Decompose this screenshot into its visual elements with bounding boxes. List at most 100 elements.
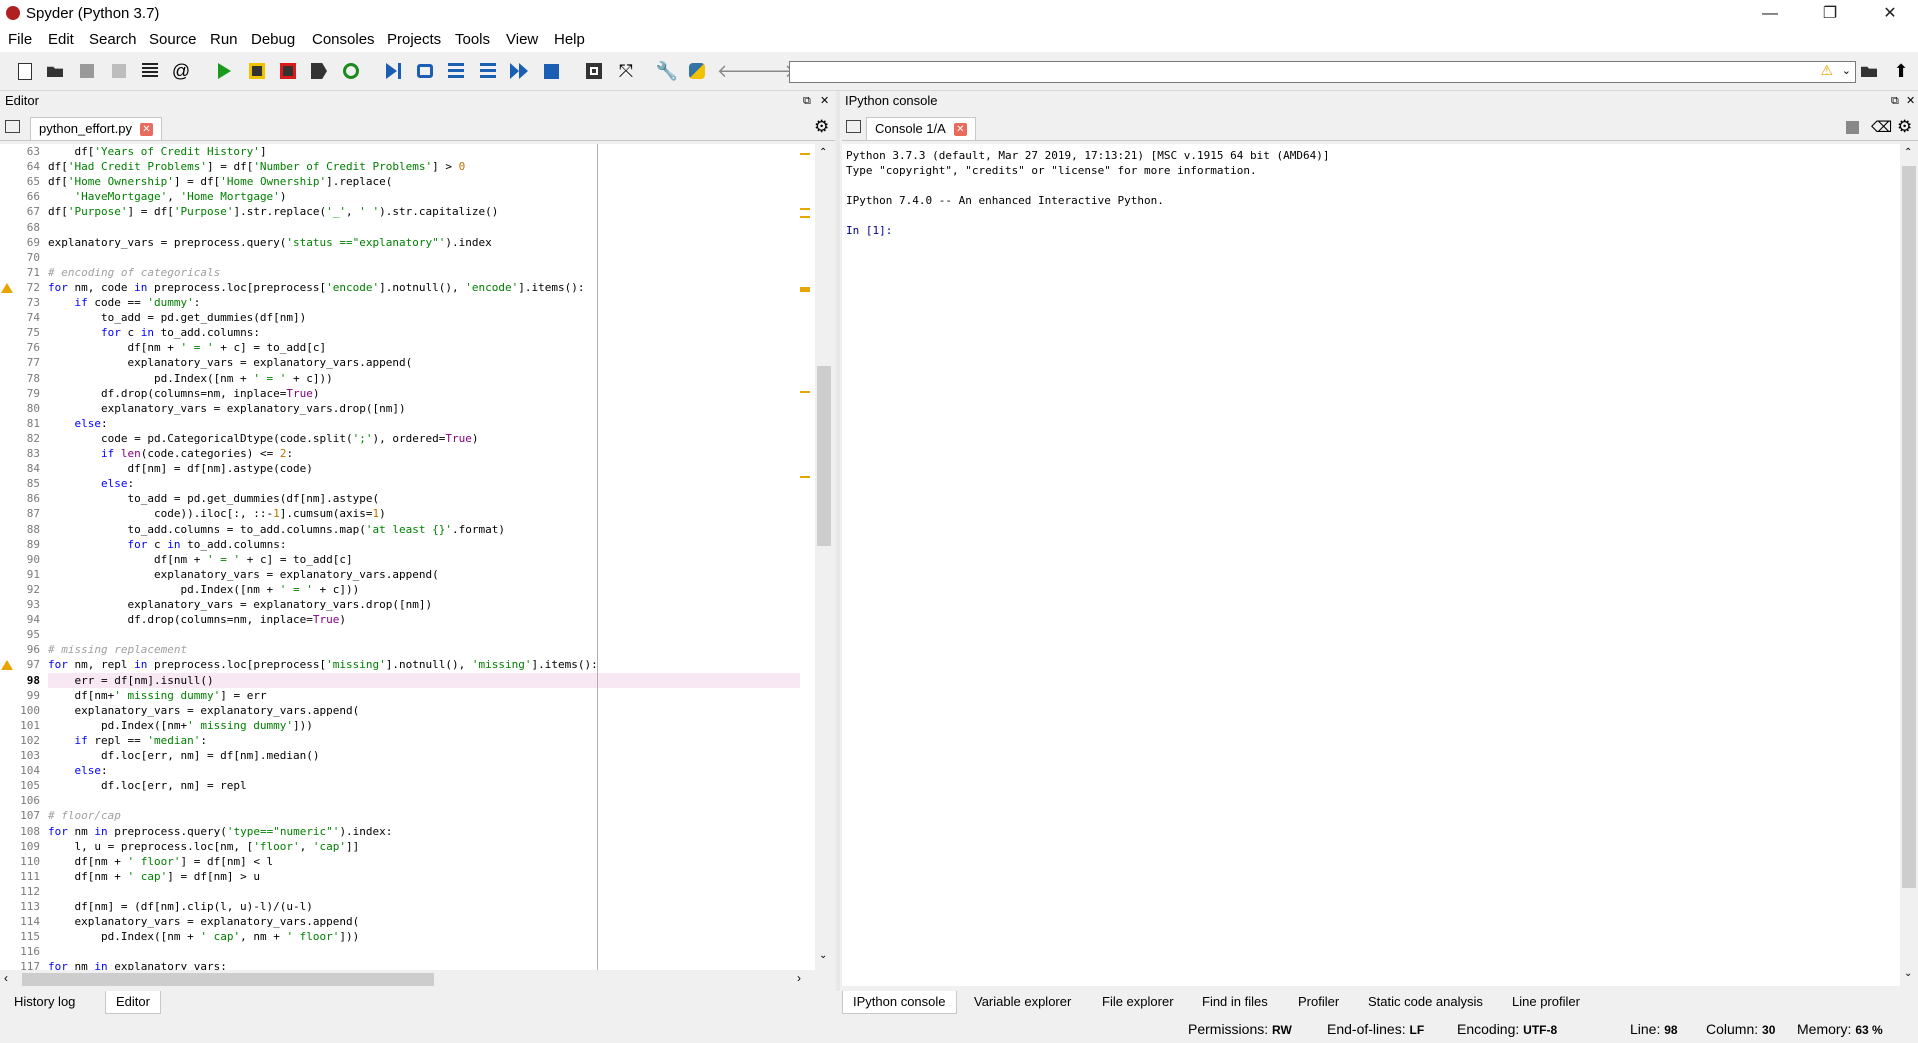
menu-edit[interactable]: Edit: [48, 31, 74, 48]
gear-icon[interactable]: ⚙: [814, 117, 829, 137]
browse-tabs-icon[interactable]: [846, 120, 861, 133]
code-line[interactable]: [48, 944, 800, 959]
close-pane-icon[interactable]: ✕: [1906, 91, 1915, 111]
code-line[interactable]: df.drop(columns=nm, inplace=True): [48, 386, 800, 401]
code-line[interactable]: pd.Index([nm + ' = ' + c])): [48, 582, 800, 597]
scroll-down-icon[interactable]: ⌄: [1904, 968, 1912, 979]
code-line[interactable]: df[nm + ' = ' + c] = to_add[c]: [48, 340, 800, 355]
run-icon[interactable]: [213, 60, 235, 82]
preferences-icon[interactable]: 🔧: [656, 60, 678, 82]
scroll-thumb[interactable]: [817, 366, 831, 546]
browse-directory-icon[interactable]: [1858, 60, 1880, 82]
console-prompt[interactable]: In [1]:: [846, 223, 892, 238]
file-tab-python-effort[interactable]: python_effort.py ✕: [30, 117, 162, 140]
code-line[interactable]: df[nm + ' cap'] = df[nm] > u: [48, 869, 800, 884]
working-directory-input[interactable]: ⚠ ⌄: [789, 61, 1856, 83]
ipython-console-output[interactable]: Python 3.7.3 (default, Mar 27 2019, 17:1…: [842, 144, 1900, 986]
code-line[interactable]: to_add = pd.get_dummies(df[nm]): [48, 310, 800, 325]
tab-editor[interactable]: Editor: [105, 991, 161, 1014]
menu-view[interactable]: View: [506, 31, 538, 48]
run-cell-advance-icon[interactable]: [277, 60, 299, 82]
maximize-pane-icon[interactable]: [583, 60, 605, 82]
code-line[interactable]: l, u = preprocess.loc[nm, ['floor', 'cap…: [48, 839, 800, 854]
scroll-down-icon[interactable]: ⌄: [819, 950, 827, 961]
scroll-left-icon[interactable]: ‹: [4, 971, 8, 985]
menu-consoles[interactable]: Consoles: [312, 31, 375, 48]
step-into-icon[interactable]: [445, 60, 467, 82]
save-icon[interactable]: [76, 60, 98, 82]
tab-find-in-files[interactable]: Find in files: [1192, 991, 1278, 1013]
open-file-icon[interactable]: [44, 60, 66, 82]
code-warning-icon[interactable]: [1, 660, 13, 671]
code-line[interactable]: err = df[nm].isnull(): [48, 672, 800, 688]
outline-icon[interactable]: [139, 60, 161, 82]
code-line[interactable]: to_add = pd.get_dummies(df[nm].astype(: [48, 491, 800, 506]
fullscreen-icon[interactable]: ⤧: [615, 60, 637, 82]
code-line[interactable]: if len(code.categories) <= 2:: [48, 446, 800, 461]
editor-vertical-scrollbar[interactable]: ⌃ ⌄: [815, 144, 833, 970]
code-line[interactable]: if repl == 'median':: [48, 733, 800, 748]
step-icon[interactable]: [414, 60, 436, 82]
menu-projects[interactable]: Projects: [387, 31, 441, 48]
code-line[interactable]: explanatory_vars = explanatory_vars.drop…: [48, 401, 800, 416]
code-line[interactable]: df['Years of Credit History']: [48, 144, 800, 159]
tab-profiler[interactable]: Profiler: [1288, 991, 1349, 1013]
console-tab[interactable]: Console 1/A ✕: [866, 117, 976, 140]
scroll-up-icon[interactable]: ⌃: [819, 147, 827, 158]
code-line[interactable]: [48, 793, 800, 808]
code-line[interactable]: df[nm + ' floor'] = df[nm] < l: [48, 854, 800, 869]
tab-static-code-analysis[interactable]: Static code analysis: [1358, 991, 1493, 1013]
code-line[interactable]: df['Home Ownership'] = df['Home Ownershi…: [48, 174, 800, 189]
code-line[interactable]: else:: [48, 763, 800, 778]
scroll-thumb[interactable]: [22, 973, 434, 986]
code-line[interactable]: df['Purpose'] = df['Purpose'].str.replac…: [48, 204, 800, 219]
flag-marker[interactable]: [800, 476, 810, 478]
run-selection-icon[interactable]: [308, 60, 330, 82]
chevron-down-icon[interactable]: ⌄: [1842, 64, 1851, 77]
editor-horizontal-scrollbar[interactable]: ‹ ›: [0, 970, 815, 988]
code-line[interactable]: 'HaveMortgage', 'Home Mortgage'): [48, 189, 800, 204]
minimize-button[interactable]: —: [1742, 0, 1798, 28]
continue-icon[interactable]: [508, 60, 530, 82]
restore-button[interactable]: ❐: [1802, 0, 1858, 28]
menu-run[interactable]: Run: [210, 31, 238, 48]
menu-tools[interactable]: Tools: [455, 31, 490, 48]
gear-icon[interactable]: ⚙: [1897, 117, 1912, 137]
code-line[interactable]: code)).iloc[:, ::-1].cumsum(axis=1): [48, 506, 800, 521]
code-line[interactable]: df.drop(columns=nm, inplace=True): [48, 612, 800, 627]
menu-debug[interactable]: Debug: [251, 31, 295, 48]
save-all-icon[interactable]: [108, 60, 130, 82]
forward-icon[interactable]: 🡒: [747, 60, 795, 82]
tab-ipython-console[interactable]: IPython console: [842, 991, 957, 1014]
code-line[interactable]: explanatory_vars = explanatory_vars.appe…: [48, 355, 800, 370]
flag-marker[interactable]: [800, 287, 810, 292]
code-line[interactable]: explanatory_vars = explanatory_vars.drop…: [48, 597, 800, 612]
code-line[interactable]: for nm in preprocess.query('type=="numer…: [48, 824, 800, 839]
at-icon[interactable]: @: [170, 60, 192, 82]
code-line[interactable]: [48, 250, 800, 265]
code-line[interactable]: # encoding of categoricals: [48, 265, 800, 280]
code-line[interactable]: pd.Index([nm + ' cap', nm + ' floor'])): [48, 929, 800, 944]
code-line[interactable]: df['Had Credit Problems'] = df['Number o…: [48, 159, 800, 174]
step-return-icon[interactable]: [477, 60, 499, 82]
close-pane-icon[interactable]: ✕: [820, 91, 829, 111]
code-line[interactable]: # floor/cap: [48, 808, 800, 823]
code-line[interactable]: if code == 'dummy':: [48, 295, 800, 310]
undock-icon[interactable]: ⧉: [1891, 91, 1899, 111]
menu-source[interactable]: Source: [149, 31, 197, 48]
code-line[interactable]: for nm in explanatory_vars:: [48, 959, 800, 970]
tab-line-profiler[interactable]: Line profiler: [1502, 991, 1590, 1013]
debug-icon[interactable]: [382, 60, 404, 82]
stop-icon[interactable]: [540, 60, 562, 82]
code-line[interactable]: explanatory_vars = preprocess.query('sta…: [48, 235, 800, 250]
code-line[interactable]: to_add.columns = to_add.columns.map('at …: [48, 522, 800, 537]
menu-search[interactable]: Search: [89, 31, 137, 48]
eraser-icon[interactable]: ⌫: [1871, 118, 1892, 136]
flag-marker[interactable]: [800, 208, 810, 210]
close-tab-icon[interactable]: ✕: [140, 123, 153, 137]
console-vertical-scrollbar[interactable]: ⌃ ⌄: [1900, 144, 1918, 986]
code-line[interactable]: explanatory_vars = explanatory_vars.appe…: [48, 914, 800, 929]
code-line[interactable]: df[nm] = df[nm].astype(code): [48, 461, 800, 476]
menu-file[interactable]: File: [8, 31, 32, 48]
rerun-icon[interactable]: [340, 60, 362, 82]
